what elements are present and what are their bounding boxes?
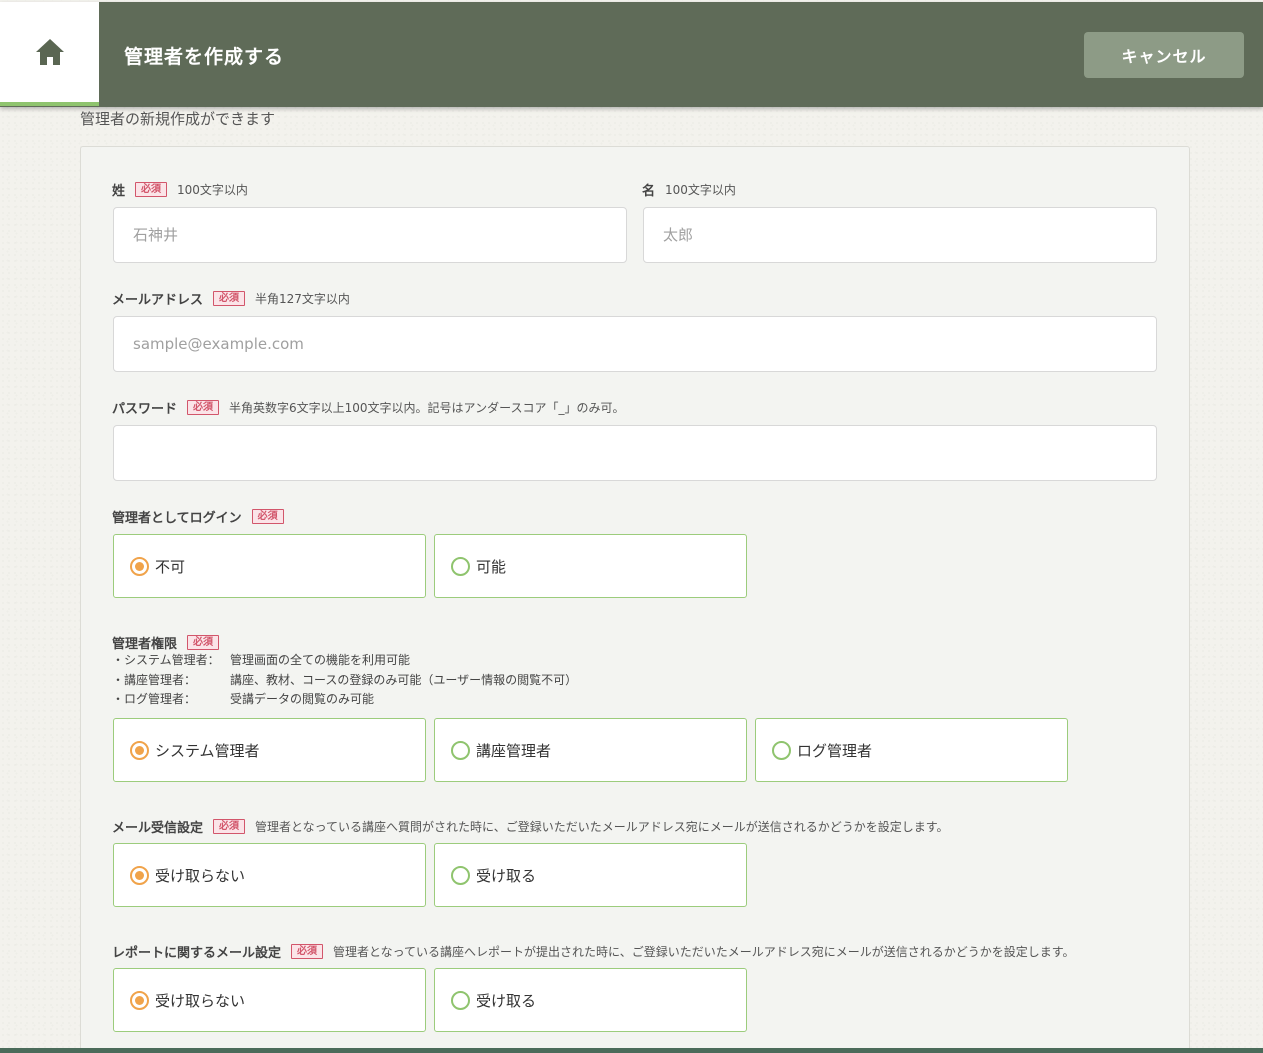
role-description-text: 講座、教材、コースの登録のみ可能（ユーザー情報の閲覧不可） (230, 671, 577, 691)
page-subtitle: 管理者の新規作成ができます (80, 108, 275, 129)
form-card (80, 146, 1190, 1053)
mail-setting-label: メール受信設定 (112, 817, 203, 836)
bottom-edge (0, 1048, 1263, 1053)
page-title: 管理者を作成する (124, 42, 284, 69)
role-description-key: ・ログ管理者： (112, 690, 230, 710)
report-mail-option-receive[interactable]: 受け取る (434, 968, 747, 1032)
login-admin-label: 管理者としてログイン (112, 507, 242, 526)
mail-setting-hint: 管理者となっている講座へ質問がされた時に、ご登録いただいたメールアドレス宛にメー… (255, 818, 949, 835)
cancel-button[interactable]: キャンセル (1084, 32, 1244, 78)
report-mail-label: レポートに関するメール設定 (112, 942, 281, 961)
role-option-course-admin[interactable]: 講座管理者 (434, 718, 747, 782)
radio-unselected-icon (772, 741, 791, 760)
last-name-label-row: 姓 必須 100文字以内 (112, 180, 248, 199)
role-description-key: ・システム管理者： (112, 651, 230, 671)
radio-selected-icon (130, 557, 149, 576)
email-label-row: メールアドレス 必須 半角127文字以内 (112, 289, 350, 308)
role-option-log-admin[interactable]: ログ管理者 (755, 718, 1068, 782)
last-name-label: 姓 (112, 180, 125, 199)
first-name-input[interactable] (643, 207, 1157, 263)
required-badge: 必須 (187, 635, 219, 650)
radio-selected-icon (130, 866, 149, 885)
radio-unselected-icon (451, 557, 470, 576)
role-description: ・システム管理者： 管理画面の全ての機能を利用可能 (112, 651, 577, 671)
password-label: パスワード (112, 398, 177, 417)
admin-role-descriptions: ・システム管理者： 管理画面の全ての機能を利用可能 ・講座管理者： 講座、教材、… (112, 651, 577, 710)
radio-selected-icon (130, 741, 149, 760)
radio-unselected-icon (451, 741, 470, 760)
option-label: システム管理者 (155, 740, 260, 761)
required-badge: 必須 (187, 400, 219, 415)
last-name-hint: 100文字以内 (177, 181, 248, 198)
login-admin-option-disabled[interactable]: 不可 (113, 534, 426, 598)
first-name-label: 名 (642, 180, 655, 199)
report-mail-option-not-receive[interactable]: 受け取らない (113, 968, 426, 1032)
mail-setting-label-row: メール受信設定 必須 管理者となっている講座へ質問がされた時に、ご登録いただいた… (112, 817, 949, 836)
role-description-text: 管理画面の全ての機能を利用可能 (230, 651, 410, 671)
last-name-input[interactable] (113, 207, 627, 263)
first-name-hint: 100文字以内 (665, 181, 736, 198)
mail-option-not-receive[interactable]: 受け取らない (113, 843, 426, 907)
password-label-row: パスワード 必須 半角英数字6文字以上100文字以内。記号はアンダースコア「_」… (112, 398, 624, 417)
required-badge: 必須 (213, 819, 245, 834)
role-description-key: ・講座管理者： (112, 671, 230, 691)
option-label: 受け取らない (155, 865, 245, 886)
radio-selected-icon (130, 991, 149, 1010)
mail-option-receive[interactable]: 受け取る (434, 843, 747, 907)
email-label: メールアドレス (112, 289, 203, 308)
admin-role-label: 管理者権限 (112, 633, 177, 652)
radio-unselected-icon (451, 866, 470, 885)
login-admin-option-enabled[interactable]: 可能 (434, 534, 747, 598)
report-mail-hint: 管理者となっている講座へレポートが提出された時に、ご登録いただいたメールアドレス… (333, 943, 1075, 960)
required-badge: 必須 (135, 182, 167, 197)
role-description: ・ログ管理者： 受講データの閲覧のみ可能 (112, 690, 577, 710)
first-name-label-row: 名 100文字以内 (642, 180, 736, 199)
option-label: 受け取らない (155, 990, 245, 1011)
password-input[interactable] (113, 425, 1157, 481)
option-label: 可能 (476, 556, 506, 577)
home-button[interactable] (0, 2, 99, 106)
app-header: 管理者を作成する キャンセル (0, 2, 1263, 107)
role-description: ・講座管理者： 講座、教材、コースの登録のみ可能（ユーザー情報の閲覧不可） (112, 671, 577, 691)
option-label: 受け取る (476, 865, 536, 886)
home-icon (35, 38, 65, 66)
admin-role-label-row: 管理者権限 必須 (112, 633, 219, 652)
required-badge: 必須 (291, 944, 323, 959)
report-mail-label-row: レポートに関するメール設定 必須 管理者となっている講座へレポートが提出された時… (112, 942, 1075, 961)
required-badge: 必須 (252, 509, 284, 524)
option-label: ログ管理者 (797, 740, 872, 761)
option-label: 不可 (155, 556, 185, 577)
email-input[interactable] (113, 316, 1157, 372)
option-label: 受け取る (476, 990, 536, 1011)
role-description-text: 受講データの閲覧のみ可能 (230, 690, 374, 710)
required-badge: 必須 (213, 291, 245, 306)
option-label: 講座管理者 (476, 740, 551, 761)
login-admin-label-row: 管理者としてログイン 必須 (112, 507, 284, 526)
password-hint: 半角英数字6文字以上100文字以内。記号はアンダースコア「_」のみ可。 (229, 399, 624, 416)
email-hint: 半角127文字以内 (255, 290, 350, 307)
radio-unselected-icon (451, 991, 470, 1010)
role-option-system-admin[interactable]: システム管理者 (113, 718, 426, 782)
